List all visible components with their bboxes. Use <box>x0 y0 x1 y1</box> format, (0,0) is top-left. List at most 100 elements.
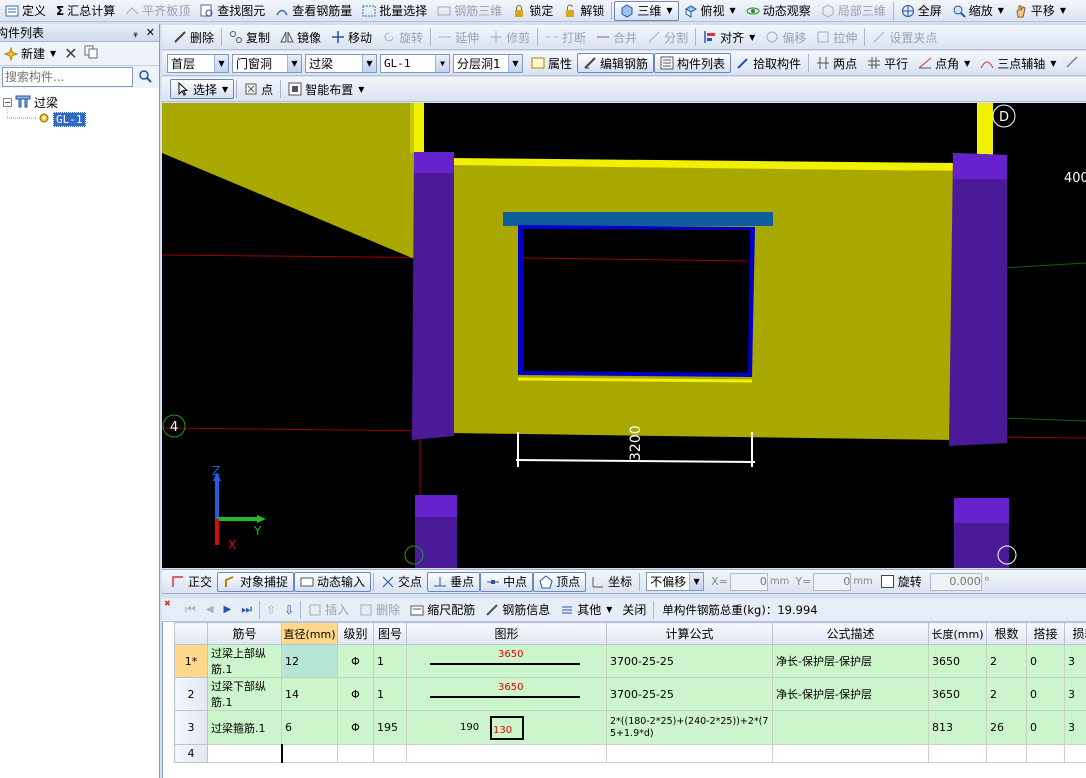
batch-select-button[interactable]: 批量选择 <box>357 1 432 21</box>
mirror-button[interactable]: 镜像 <box>275 27 326 47</box>
point-angle-button[interactable]: 点角 ▼ <box>913 53 975 73</box>
cell-loss[interactable]: 3 <box>1064 677 1086 711</box>
floor-select[interactable]: 首层 ▼ <box>167 53 229 73</box>
header-cell[interactable]: 长度(mm) <box>928 622 987 645</box>
chevron-down-icon[interactable]: ▼ <box>666 6 672 15</box>
header-cell[interactable]: 图形 <box>406 622 607 645</box>
chevron-down-icon[interactable]: ▼ <box>358 85 364 94</box>
component-select[interactable]: GL-1 ▼ <box>380 53 450 73</box>
ortho-toggle[interactable]: 正交 <box>166 572 217 592</box>
cell-empty[interactable] <box>207 744 283 763</box>
chevron-down-icon[interactable]: ▼ <box>689 573 704 590</box>
cell-shape[interactable]: 190 130 <box>406 710 607 745</box>
move-button[interactable]: 移动 <box>326 27 377 47</box>
extend-button[interactable]: 延伸 <box>433 27 484 47</box>
cell-shape[interactable]: 3650 <box>406 644 607 678</box>
cell-length[interactable]: 3650 <box>928 677 987 711</box>
edit-rebar-button[interactable]: 编辑钢筋 <box>577 53 655 73</box>
point-button[interactable]: 点 <box>239 79 278 99</box>
align-slab-button[interactable]: 平齐板顶 <box>120 1 195 21</box>
search-icon[interactable] <box>138 69 152 86</box>
cell-empty[interactable] <box>606 744 773 763</box>
header-cell[interactable]: 搭接 <box>1026 622 1065 645</box>
cell-empty[interactable] <box>406 744 607 763</box>
chevron-down-icon[interactable]: ▼ <box>1050 59 1056 68</box>
other-menu-button[interactable]: 其他 ▼ <box>555 600 617 620</box>
cell-empty[interactable] <box>1026 744 1065 763</box>
cell-empty[interactable] <box>281 744 338 763</box>
offset-button[interactable]: 偏移 <box>760 27 811 47</box>
cell-diameter[interactable]: 6 <box>281 710 338 745</box>
category-select[interactable]: 门窗洞 ▼ <box>232 53 302 73</box>
header-cell[interactable]: 筋号 <box>207 622 282 645</box>
cell-lap[interactable]: 0 <box>1026 710 1065 745</box>
rotate-angle-input[interactable] <box>929 572 982 591</box>
chevron-down-icon[interactable]: ▼ <box>435 54 449 72</box>
offset-mode-select[interactable]: 不偏移 ▼ <box>646 572 705 591</box>
chevron-down-icon[interactable]: ▼ <box>964 59 970 68</box>
table-row[interactable]: 3 过梁箍筋.1 6 Φ 195 190 130 2*((180-2*25)+(… <box>174 710 1086 745</box>
close-rebar-button[interactable]: 关闭 <box>617 600 651 620</box>
cell-lap[interactable]: 0 <box>1026 677 1065 711</box>
panel-close-icon[interactable]: ✖ <box>164 599 171 608</box>
define-button[interactable]: 定义 <box>0 1 51 21</box>
chevron-down-icon[interactable]: ▼ <box>222 85 228 94</box>
perpendicular-snap[interactable]: 垂点 <box>427 571 481 592</box>
cell-empty[interactable] <box>928 744 987 763</box>
zoom-button[interactable]: 缩放 ▼ <box>947 1 1009 21</box>
cell-name[interactable]: 过梁下部纵筋.1 <box>207 677 282 711</box>
cell-count[interactable]: 2 <box>986 644 1027 678</box>
cell-loss[interactable]: 3 <box>1064 644 1086 678</box>
cell-diameter[interactable]: 12 <box>281 644 338 678</box>
delete-icon[interactable]: ✕ <box>64 44 77 63</box>
chevron-down-icon[interactable]: ▼ <box>508 54 522 72</box>
table-row[interactable]: 1* 过梁上部纵筋.1 12 Φ 1 3650 3700-25-25 净长-保护… <box>174 644 1086 678</box>
header-cell[interactable]: 直径(mm) <box>281 622 338 645</box>
properties-button[interactable]: 属性 <box>526 53 577 73</box>
move-down-icon[interactable]: ⇩ <box>284 603 294 617</box>
cell-name[interactable]: 过梁箍筋.1 <box>207 710 282 745</box>
intersection-snap[interactable]: 交点 <box>376 572 427 592</box>
type-select[interactable]: 过梁 ▼ <box>305 53 377 73</box>
copy-button[interactable]: 复制 <box>224 27 275 47</box>
dynamic-observe-button[interactable]: 动态观察 <box>741 1 816 21</box>
cell-formula[interactable]: 2*((180-2*25)+(240-2*25))+2*(75+1.9*d) <box>606 710 773 745</box>
insert-row-button[interactable]: 插入 <box>303 600 354 620</box>
pick-component-button[interactable]: 拾取构件 <box>731 53 806 73</box>
cell-shape-no[interactable]: 195 <box>373 710 407 745</box>
chevron-down-icon[interactable]: ▼ <box>50 49 56 58</box>
cell-formula[interactable]: 3700-25-25 <box>606 677 773 711</box>
cell-shape-no[interactable]: 1 <box>373 644 407 678</box>
unlock-button[interactable]: 解锁 <box>558 1 609 21</box>
rebar-info-button[interactable]: 钢筋信息 <box>480 600 555 620</box>
component-list-button[interactable]: 构件列表 <box>654 53 732 73</box>
new-button[interactable]: 新建 ▼ <box>2 44 58 64</box>
table-row[interactable]: 4 <box>174 744 1086 763</box>
cell-description[interactable]: 净长-保护层-保护层 <box>772 644 929 678</box>
chevron-down-icon[interactable]: ▼ <box>730 6 736 15</box>
next-record-icon[interactable]: ▶ <box>224 604 232 615</box>
cell-count[interactable]: 26 <box>986 710 1027 745</box>
header-cell[interactable]: 损耗 <box>1064 622 1086 645</box>
row-index[interactable]: 1* <box>174 644 208 678</box>
header-cell[interactable]: 计算公式 <box>606 622 773 645</box>
chevron-down-icon[interactable]: ▼ <box>998 6 1004 15</box>
fullscreen-button[interactable]: 全屏 <box>896 1 947 21</box>
chevron-down-icon[interactable]: ▼ <box>749 33 755 42</box>
two-points-button[interactable]: 两点 <box>811 53 862 73</box>
dynamic-input-toggle[interactable]: 动态输入 <box>294 571 372 592</box>
break-button[interactable]: 打断 <box>540 27 591 47</box>
y-coordinate-input[interactable] <box>813 572 852 591</box>
3d-viewport[interactable]: 3200 4 D 400 Z Y X <box>162 103 1086 568</box>
cell-length[interactable]: 3650 <box>928 644 987 678</box>
chevron-down-icon[interactable]: ▼ <box>362 54 376 72</box>
row-index[interactable]: 2 <box>174 677 208 711</box>
layer-select[interactable]: 分层洞1 ▼ <box>453 53 523 73</box>
cell-grade[interactable]: Φ <box>337 710 374 745</box>
delete-button[interactable]: 删除 <box>168 27 219 47</box>
parallel-button[interactable]: 平行 <box>862 53 913 73</box>
header-cell[interactable]: 公式描述 <box>772 622 929 645</box>
local-3d-button[interactable]: 局部三维 <box>816 1 891 21</box>
cell-count[interactable]: 2 <box>986 677 1027 711</box>
cell-shape[interactable]: 3650 <box>406 677 607 711</box>
